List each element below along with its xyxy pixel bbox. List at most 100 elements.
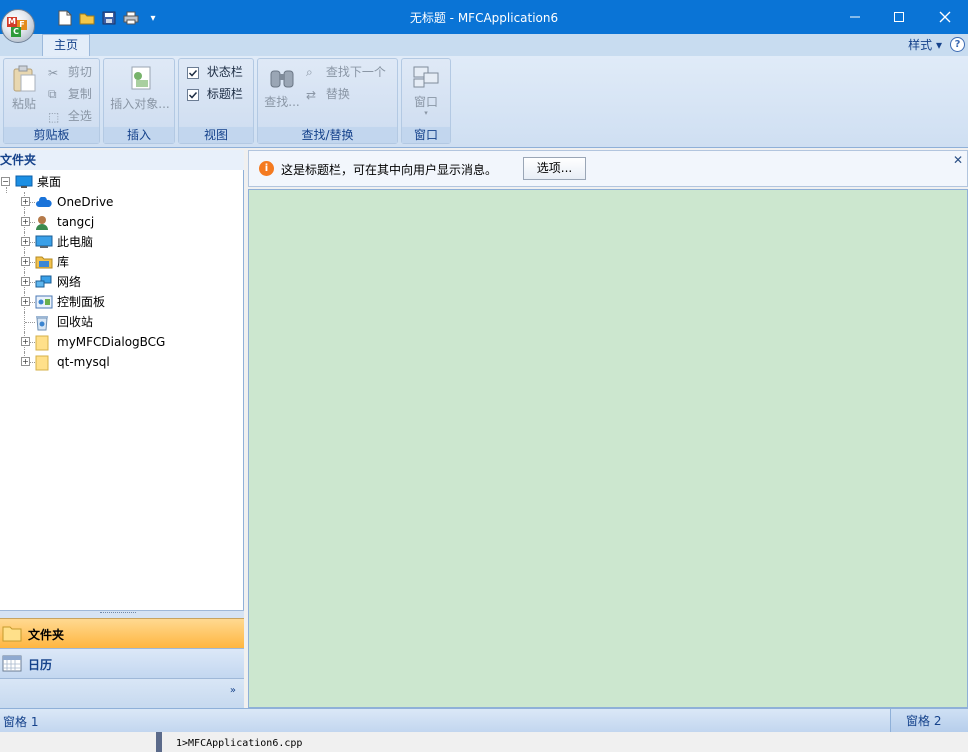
tree-node[interactable]: − 桌面	[0, 172, 244, 192]
tree-node[interactable]: + 此电脑	[0, 232, 244, 252]
tree-node-label: 库	[57, 255, 70, 269]
options-button[interactable]: 选项...	[523, 157, 586, 180]
tab-home[interactable]: 主页	[42, 34, 90, 56]
ribbon-panel: 粘贴 ✂ 剪切 ⧉ 复制 ⬚ 全选 剪贴板 插入对象... 插入 状态栏 标题栏…	[0, 56, 968, 148]
tree-node[interactable]: + 网络	[0, 272, 244, 292]
find-next-label: 查找下一个	[325, 65, 386, 79]
style-menu[interactable]: 样式 ▾	[908, 36, 942, 53]
nav-button-folders[interactable]: 文件夹	[0, 618, 244, 648]
minimize-button[interactable]	[832, 0, 878, 34]
group-window: 窗口 ▾ 窗口	[401, 58, 451, 144]
ribbon-tab-strip: 主页 样式 ▾ ?	[0, 34, 968, 56]
status-bar: 窗格 1 窗格 2	[0, 708, 968, 733]
tree-node-label: 控制面板	[57, 295, 106, 309]
expand-toggle[interactable]: +	[21, 257, 30, 266]
replace-button[interactable]: ⇄ 替换	[306, 85, 350, 102]
group-view: 状态栏 标题栏 视图	[178, 58, 254, 144]
tree-node[interactable]: + 控制面板	[0, 292, 244, 312]
expand-toggle[interactable]: +	[21, 237, 30, 246]
group-label-clipboard: 剪贴板	[4, 127, 99, 143]
network-icon	[35, 275, 52, 289]
status-bar-checkbox[interactable]: 状态栏	[187, 63, 243, 80]
binoculars-icon	[270, 70, 294, 88]
insert-object-icon	[131, 66, 151, 90]
window-title: 无标题 - MFCApplication6	[409, 11, 559, 25]
status-bar-label: 状态栏	[206, 65, 243, 79]
tree-node[interactable]: + qt-mysql	[0, 352, 244, 372]
paste-label: 粘贴	[11, 97, 36, 111]
window-icon	[413, 66, 439, 88]
tree-node-label: 桌面	[37, 175, 62, 189]
title-bar-checkbox[interactable]: 标题栏	[187, 85, 243, 102]
chevron-down-icon: ▾	[424, 109, 428, 117]
find-next-icon: ⌕	[306, 65, 313, 79]
select-all-label: 全选	[67, 109, 92, 123]
folder-icon	[35, 335, 51, 351]
document-view[interactable]	[248, 189, 968, 708]
expand-toggle[interactable]: +	[21, 277, 30, 286]
paste-button[interactable]: 粘贴	[8, 65, 40, 112]
recycle-bin-icon	[35, 315, 51, 331]
expand-toggle[interactable]: +	[21, 197, 30, 206]
tree-node-label: OneDrive	[57, 195, 114, 209]
chevron-double-down-icon[interactable]: »	[230, 685, 236, 696]
output-margin	[156, 732, 162, 752]
window-button[interactable]: 窗口 ▾	[406, 65, 446, 117]
window-label: 窗口	[413, 95, 438, 109]
folder-pane: 文件夹 − 桌面 + OneDrive + tangcj + 此电脑 + 库 + 网络 + 控制面板 回收站…	[0, 150, 244, 708]
group-find-replace: 查找... ⌕ 查找下一个 ⇄ 替换 查找/替换	[257, 58, 398, 144]
group-label-find-replace: 查找/替换	[258, 127, 397, 143]
tree-node[interactable]: + tangcj	[0, 212, 244, 232]
insert-object-label: 插入对象...	[110, 97, 170, 111]
group-label-window: 窗口	[402, 127, 450, 143]
status-pane-2: 窗格 2	[890, 709, 968, 733]
calendar-icon	[2, 655, 22, 672]
copy-button[interactable]: ⧉ 复制	[48, 85, 92, 102]
tree-node-label: 网络	[57, 275, 82, 289]
copy-icon: ⧉	[48, 87, 57, 101]
find-label: 查找...	[264, 95, 300, 109]
help-icon[interactable]: ?	[950, 37, 965, 52]
tree-node[interactable]: + OneDrive	[0, 192, 244, 212]
message-text: 这是标题栏，可在其中向用户显示消息。	[281, 163, 498, 177]
find-button[interactable]: 查找...	[262, 65, 302, 110]
collapse-toggle[interactable]: −	[1, 177, 10, 186]
background-output-window: 1>MFCApplication6.cpp	[0, 732, 968, 752]
tree-node[interactable]: + 库	[0, 252, 244, 272]
tree-node-label: myMFCDialogBCG	[57, 335, 166, 349]
close-icon[interactable]: ✕	[953, 153, 963, 167]
select-all-button[interactable]: ⬚ 全选	[48, 107, 92, 124]
computer-icon	[35, 235, 53, 249]
tree-node[interactable]: + myMFCDialogBCG	[0, 332, 244, 352]
copy-label: 复制	[67, 87, 92, 101]
orb-m-icon: M	[7, 17, 17, 27]
folder-pane-header: 文件夹	[0, 150, 244, 170]
tree-connector	[25, 322, 35, 323]
expand-toggle[interactable]: +	[21, 297, 30, 306]
checkbox-checked-icon	[187, 66, 199, 79]
insert-object-button[interactable]: 插入对象...	[108, 65, 172, 112]
scissors-icon: ✂	[48, 65, 59, 80]
output-line: 1>MFCApplication6.cpp	[176, 738, 303, 749]
maximize-button[interactable]	[876, 0, 922, 34]
expand-toggle[interactable]: +	[21, 337, 30, 346]
nav-button-calendar[interactable]: 日历	[0, 648, 244, 678]
tree-node[interactable]: 回收站	[0, 312, 244, 332]
close-button[interactable]	[922, 0, 968, 34]
nav-folders-label: 文件夹	[28, 628, 65, 642]
application-button[interactable]: M F C	[1, 9, 35, 43]
paste-icon	[13, 65, 36, 92]
replace-icon: ⇄	[306, 87, 317, 102]
pane-splitter[interactable]	[0, 610, 244, 618]
title-bar: ▾ 无标题 - MFCApplication6	[0, 0, 968, 34]
group-label-insert: 插入	[104, 127, 174, 143]
nav-overflow[interactable]: »	[0, 678, 244, 708]
expand-toggle[interactable]: +	[21, 217, 30, 226]
cut-button[interactable]: ✂ 剪切	[48, 63, 92, 80]
find-next-button[interactable]: ⌕ 查找下一个	[306, 63, 386, 80]
cut-label: 剪切	[67, 65, 92, 79]
orb-c-icon: C	[11, 27, 21, 37]
tree-node-label: tangcj	[57, 215, 95, 229]
select-all-icon: ⬚	[48, 109, 60, 124]
expand-toggle[interactable]: +	[21, 357, 30, 366]
